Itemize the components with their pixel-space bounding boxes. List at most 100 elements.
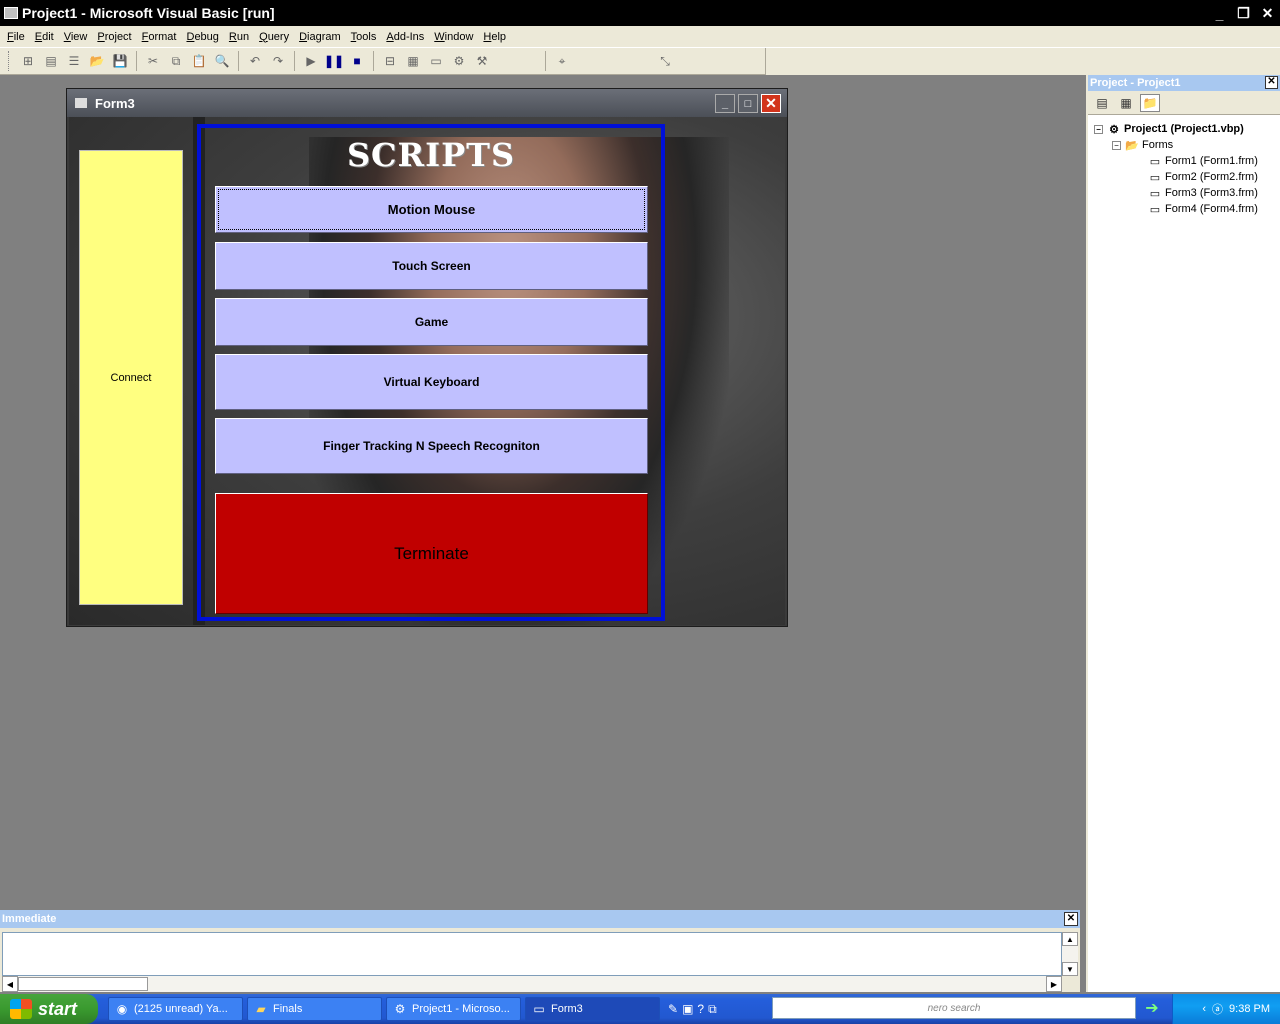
copy-icon[interactable]: ⧉ [166,51,186,71]
collapse-icon[interactable]: − [1112,140,1121,150]
menu-add-ins[interactable]: Add-Ins [381,31,429,43]
minimize-button[interactable]: _ [1209,4,1230,23]
menu-view[interactable]: View [59,31,93,43]
tree-node-form3[interactable]: ▭ Form3 (Form3.frm) [1088,185,1280,201]
tree-node-project[interactable]: − ⚙ Project1 (Project1.vbp) [1088,121,1280,137]
tree-node-form2[interactable]: ▭ Form2 (Form2.frm) [1088,169,1280,185]
collapse-icon[interactable]: − [1094,124,1103,134]
start-icon[interactable]: ▶ [301,51,321,71]
connect-button[interactable]: Connect [79,150,183,605]
scroll-thumb[interactable] [18,977,148,991]
form3-maximize-button[interactable]: □ [738,94,758,113]
form3-client-area: Connect SCRIPTS Motion Mouse Touch Scree… [69,117,785,625]
menu-format[interactable]: Format [137,31,182,43]
terminate-button[interactable]: Terminate [215,493,648,614]
window-title: Project1 - Microsoft Visual Basic [run] [22,5,275,21]
start-button[interactable]: start [0,994,98,1024]
nero-search-box[interactable]: nero search [772,997,1136,1019]
menu-editor-icon[interactable]: ☰ [64,51,84,71]
windows-logo-icon [10,999,32,1019]
tree-node-form4[interactable]: ▭ Form4 (Form4.frm) [1088,201,1280,217]
form-file-icon: ▭ [1149,187,1161,200]
close-icon[interactable]: ✕ [1064,912,1078,926]
pen-icon[interactable]: ✎ [668,1002,678,1017]
monitor-icon[interactable]: ▣ [682,1002,693,1017]
task-vb-label: Project1 - Microso... [412,1003,510,1015]
windows-icon[interactable]: ⧉ [708,1002,717,1017]
view-code-icon[interactable]: ▤ [1092,94,1112,112]
main-title-bar: Project1 - Microsoft Visual Basic [run] … [0,0,1280,26]
menu-edit[interactable]: Edit [30,31,59,43]
form3-close-button[interactable]: ✕ [761,94,781,113]
horizontal-scrollbar[interactable]: ◀ ▶ [2,976,1062,992]
project-tree: − ⚙ Project1 (Project1.vbp) − 📂 Forms ▭ … [1088,115,1280,217]
menu-query[interactable]: Query [254,31,294,43]
menu-run[interactable]: Run [224,31,254,43]
add-form-icon[interactable]: ▤ [41,51,61,71]
tree-node-form1[interactable]: ▭ Form1 (Form1.frm) [1088,153,1280,169]
scroll-right-icon[interactable]: ▶ [1046,976,1062,992]
task-vb-project[interactable]: ⚙ Project1 - Microso... [386,997,521,1021]
touch-screen-button[interactable]: Touch Screen [215,242,648,290]
project-explorer-icon[interactable]: ⊟ [380,51,400,71]
scroll-down-icon[interactable]: ▼ [1062,962,1078,976]
scroll-track[interactable] [1062,946,1078,962]
menu-file[interactable]: File [2,31,30,43]
task-finals-folder[interactable]: ▰ Finals [247,997,382,1021]
go-arrow-icon[interactable]: ➔ [1142,998,1162,1018]
end-icon[interactable]: ■ [347,51,367,71]
motion-mouse-button[interactable]: Motion Mouse [215,186,648,233]
toolbar-separator [373,51,374,71]
game-button[interactable]: Game [215,298,648,346]
tray-network-icon[interactable]: ⓐ [1212,1001,1223,1017]
redo-icon[interactable]: ↷ [268,51,288,71]
restore-button[interactable]: ❐ [1233,4,1254,23]
break-icon[interactable]: ❚❚ [324,51,344,71]
close-icon[interactable]: ✕ [1265,76,1278,89]
close-button[interactable]: ✕ [1257,4,1278,23]
virtual-keyboard-button[interactable]: Virtual Keyboard [215,354,648,410]
form3-window: Form3 _ □ ✕ Connect SCRIPTS Motion Mouse… [66,88,788,627]
menu-diagram[interactable]: Diagram [294,31,346,43]
menu-debug[interactable]: Debug [181,31,223,43]
scroll-up-icon[interactable]: ▲ [1062,932,1078,946]
toolbar-grip[interactable] [8,51,11,71]
project-root-label: Project1 (Project1.vbp) [1124,123,1244,135]
menu-window[interactable]: Window [429,31,478,43]
form3-title-bar[interactable]: Form3 _ □ ✕ [67,89,787,117]
finger-tracking-button[interactable]: Finger Tracking N Speech Recogniton [215,418,648,474]
quick-launch: ✎ ▣ ? ⧉ [668,1002,717,1017]
tree-node-forms-folder[interactable]: − 📂 Forms [1088,137,1280,153]
help-icon[interactable]: ? [697,1002,704,1017]
immediate-title-bar[interactable]: Immediate ✕ [0,910,1080,928]
menu-tools[interactable]: Tools [346,31,382,43]
open-project-icon[interactable]: 📂 [87,51,107,71]
task-form3[interactable]: ▭ Form3 [525,997,660,1021]
tray-back-icon[interactable]: ‹ [1202,1003,1206,1015]
view-object-icon[interactable]: ▦ [1116,94,1136,112]
paste-icon[interactable]: 📋 [189,51,209,71]
add-project-icon[interactable]: ⊞ [18,51,38,71]
cut-icon[interactable]: ✂ [143,51,163,71]
save-project-icon[interactable]: 💾 [110,51,130,71]
properties-window-icon[interactable]: ▦ [403,51,423,71]
form3-minimize-button[interactable]: _ [715,94,735,113]
start-label: start [38,998,78,1019]
menu-project[interactable]: Project [92,31,136,43]
project-explorer-title-bar[interactable]: Project - Project1 ✕ [1088,75,1280,91]
vertical-scrollbar[interactable]: ▲ ▼ [1062,932,1078,976]
task-form3-label: Form3 [551,1003,583,1015]
task-browser[interactable]: ◉ (2125 unread) Ya... [108,997,243,1021]
find-icon[interactable]: 🔍 [212,51,232,71]
form-layout-icon[interactable]: ▭ [426,51,446,71]
toolbar-empty-area [766,48,1280,75]
toolbox-icon[interactable]: ⚒ [472,51,492,71]
toggle-folders-icon[interactable]: 📁 [1140,93,1160,112]
system-tray: ‹ ⓐ 9:38 PM [1172,994,1280,1024]
menu-help[interactable]: Help [478,31,511,43]
scroll-track[interactable] [148,976,1046,992]
object-browser-icon[interactable]: ⚙ [449,51,469,71]
immediate-input[interactable] [2,932,1062,976]
scroll-left-icon[interactable]: ◀ [2,976,18,992]
undo-icon[interactable]: ↶ [245,51,265,71]
